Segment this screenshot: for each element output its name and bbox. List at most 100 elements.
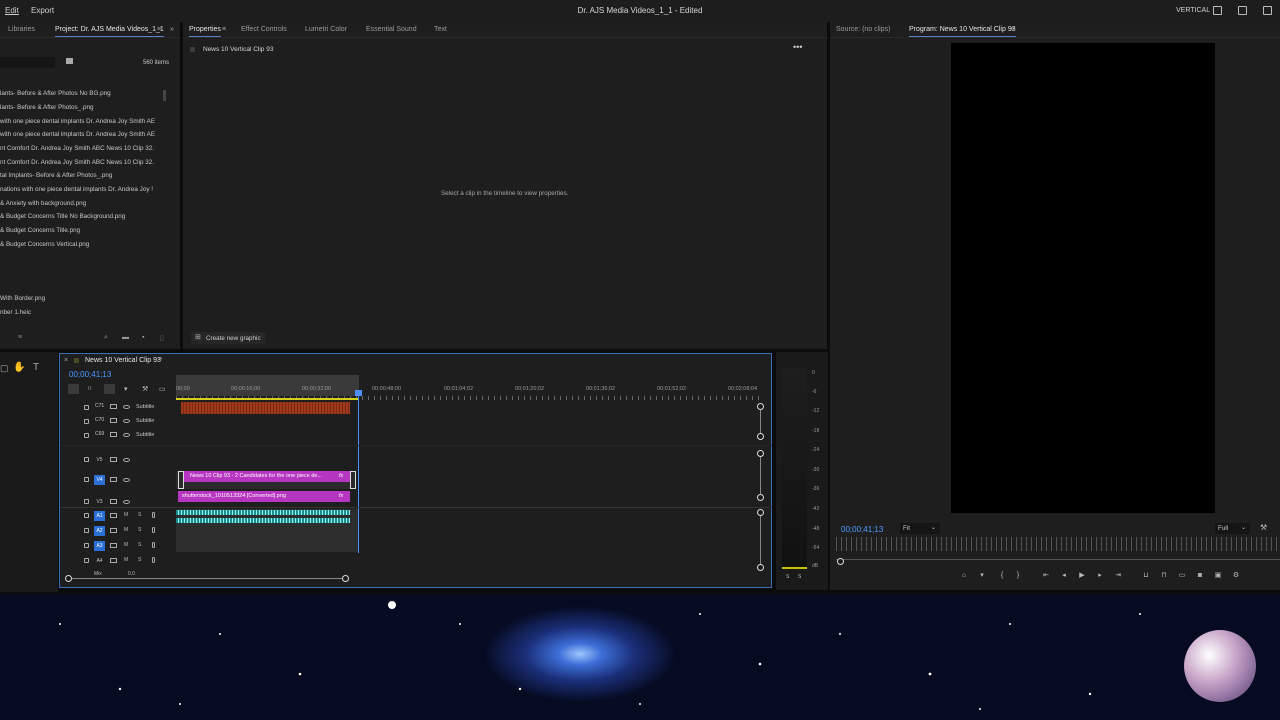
caption-clip[interactable]: [181, 402, 350, 414]
scroll-knob[interactable]: [65, 575, 72, 582]
lock-icon[interactable]: [84, 499, 89, 504]
lock-icon[interactable]: [84, 558, 89, 563]
step-back-icon[interactable]: ◂: [1060, 572, 1068, 579]
scroll-knob[interactable]: [757, 509, 764, 516]
track-name[interactable]: C70: [95, 417, 104, 423]
scrollbar[interactable]: [163, 90, 166, 101]
mute-button[interactable]: M: [124, 527, 128, 533]
program-timecode[interactable]: 00;00;41;13: [841, 525, 883, 534]
list-view-icon[interactable]: ≡: [18, 334, 22, 341]
mic-icon[interactable]: [152, 542, 155, 548]
project-item[interactable]: & Budget Concerns Vertical.png: [0, 241, 89, 248]
project-item[interactable]: with one piece dental implants Dr. Andre…: [0, 118, 155, 125]
lock-icon[interactable]: [84, 477, 89, 482]
fx-badge[interactable]: fx: [339, 473, 343, 479]
audio-clip-a1[interactable]: [176, 510, 350, 515]
eye-icon[interactable]: [123, 433, 130, 437]
tab-menu-icon[interactable]: ≡: [158, 356, 162, 363]
project-item[interactable]: tal Implants- Before & After Photos_.png: [0, 172, 112, 179]
track-target[interactable]: A1: [94, 511, 105, 521]
track-target[interactable]: A4: [94, 556, 105, 566]
playhead[interactable]: [358, 390, 359, 553]
track-output-icon[interactable]: [110, 499, 117, 504]
more-options-icon[interactable]: •••: [793, 42, 802, 52]
timeline-sequence-tab[interactable]: News 10 Vertical Clip 93: [85, 357, 161, 364]
tab-menu-icon[interactable]: ≡: [222, 26, 226, 33]
find-icon[interactable]: ⌕: [104, 334, 108, 342]
v3-clip[interactable]: shutterstock_1010513324 [Converted].png: [178, 491, 350, 502]
solo-button[interactable]: S: [138, 542, 141, 548]
project-item[interactable]: nt Comfort Dr. Andrea Joy Smith ABC News…: [0, 145, 154, 152]
track-output-icon[interactable]: [110, 528, 117, 533]
hand-tool-icon[interactable]: ✋: [13, 362, 25, 373]
track-output-icon[interactable]: [110, 513, 117, 518]
create-new-graphic-button[interactable]: ⊞ Create new graphic: [191, 332, 266, 344]
project-item[interactable]: & Budget Concerns Title.png: [0, 227, 80, 234]
tab-project[interactable]: Project: Dr. AJS Media Videos_1_1: [55, 26, 164, 37]
lock-icon[interactable]: [84, 457, 89, 462]
program-scrub-bar[interactable]: [836, 559, 1280, 560]
lock-icon[interactable]: [84, 419, 89, 424]
new-item-icon[interactable]: ▪: [142, 334, 144, 341]
scroll-knob[interactable]: [757, 450, 764, 457]
work-area-bar[interactable]: [176, 375, 359, 396]
share-icon[interactable]: [1238, 6, 1247, 15]
solo-button[interactable]: S: [138, 557, 141, 563]
fit-dropdown[interactable]: Fit ⌄: [900, 523, 940, 534]
trash-icon[interactable]: ▯: [160, 334, 164, 342]
tab-lumetri-color[interactable]: Lumetri Color: [305, 26, 347, 33]
type-tool-icon[interactable]: T: [33, 362, 39, 373]
scroll-knob[interactable]: [757, 494, 764, 501]
project-item[interactable]: lants- Before & After Photos No BG.png: [0, 90, 111, 97]
track-output-icon[interactable]: [110, 457, 117, 462]
project-item[interactable]: with one piece dental implants Dr. Andre…: [0, 131, 155, 138]
overwrite-icon[interactable]: ⊓: [1160, 572, 1168, 579]
nest-icon[interactable]: [68, 384, 79, 394]
lock-icon[interactable]: [84, 513, 89, 518]
tab-text[interactable]: Text: [434, 26, 447, 33]
mic-icon[interactable]: [152, 512, 155, 518]
mic-icon[interactable]: [152, 557, 155, 563]
folder-icon[interactable]: ▬: [122, 334, 129, 341]
workspace-label[interactable]: VERTICAL: [1176, 7, 1210, 14]
tab-source[interactable]: Source: (no clips): [836, 26, 890, 33]
bracket-in-icon[interactable]: {: [998, 572, 1006, 579]
track-output-icon[interactable]: [110, 543, 117, 548]
project-item[interactable]: nber 1.heic: [0, 309, 31, 316]
track-target[interactable]: A2: [94, 526, 105, 536]
lock-icon[interactable]: [84, 528, 89, 533]
tab-program[interactable]: Program: News 10 Vertical Clip 93: [909, 26, 1016, 37]
selection-tool-icon[interactable]: ▢: [0, 363, 9, 374]
add-marker-icon[interactable]: ▾: [978, 572, 986, 579]
tab-properties[interactable]: Properties: [189, 26, 221, 37]
captions-icon[interactable]: ▭: [159, 385, 166, 393]
solo-left-button[interactable]: S: [786, 574, 789, 580]
solo-right-button[interactable]: S: [798, 574, 801, 580]
eye-icon[interactable]: [123, 405, 130, 409]
new-bin-icon[interactable]: [66, 58, 73, 64]
eye-icon[interactable]: [123, 500, 130, 504]
fullscreen-icon[interactable]: [1263, 6, 1272, 15]
track-output-icon[interactable]: [110, 432, 117, 437]
program-time-ruler[interactable]: [836, 537, 1280, 551]
go-to-out-icon[interactable]: ⇥: [1114, 572, 1122, 579]
panel-layout-icon[interactable]: [1213, 6, 1222, 15]
snap-icon[interactable]: ∩: [87, 385, 92, 392]
mute-button[interactable]: M: [124, 512, 128, 518]
eye-icon[interactable]: [123, 419, 130, 423]
v4-clip[interactable]: News 10 Clip 93 - 2 Candidates for the o…: [184, 471, 350, 482]
quality-dropdown[interactable]: Full ⌄: [1215, 523, 1250, 534]
program-playhead[interactable]: [837, 558, 844, 565]
track-output-icon[interactable]: [110, 558, 117, 563]
bracket-out-icon[interactable]: }: [1014, 572, 1022, 579]
menu-export[interactable]: Export: [31, 6, 54, 15]
project-item[interactable]: & Budget Concerns Title No Background.pn…: [0, 213, 125, 220]
timeline-timecode[interactable]: 00;00;41;13: [69, 370, 111, 379]
lock-icon[interactable]: [84, 405, 89, 410]
vertical-scrollbar[interactable]: [760, 516, 761, 565]
track-target[interactable]: V4: [94, 475, 105, 485]
tab-essential-sound[interactable]: Essential Sound: [366, 26, 417, 33]
linked-selection-icon[interactable]: [104, 384, 115, 394]
extract-icon[interactable]: ▣: [1214, 572, 1222, 579]
solo-button[interactable]: S: [138, 527, 141, 533]
